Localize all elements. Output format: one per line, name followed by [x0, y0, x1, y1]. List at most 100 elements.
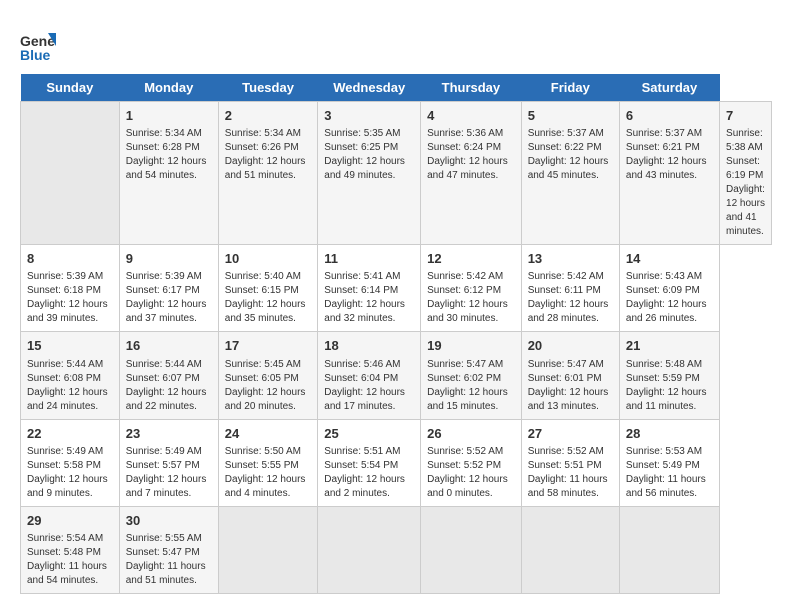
calendar-cell: 23 Sunrise: 5:49 AMSunset: 5:57 PMDayligh…: [119, 419, 218, 506]
day-number: 13: [528, 250, 613, 268]
week-row-0: 1 Sunrise: 5:34 AMSunset: 6:28 PMDaylight…: [21, 102, 772, 245]
calendar-cell: 26 Sunrise: 5:52 AMSunset: 5:52 PMDayligh…: [421, 419, 522, 506]
day-info: Sunrise: 5:37 AMSunset: 6:21 PMDaylight:…: [626, 127, 713, 183]
day-info: Sunrise: 5:35 AMSunset: 6:25 PMDaylight:…: [324, 127, 414, 183]
calendar-cell: 16 Sunrise: 5:44 AMSunset: 6:07 PMDayligh…: [119, 332, 218, 419]
calendar-cell: 28 Sunrise: 5:53 AMSunset: 5:49 PMDayligh…: [619, 419, 719, 506]
day-number: 4: [427, 107, 515, 125]
weekday-header-wednesday: Wednesday: [318, 74, 421, 102]
calendar-cell: 22 Sunrise: 5:49 AMSunset: 5:58 PMDayligh…: [21, 419, 120, 506]
day-info: Sunrise: 5:46 AMSunset: 6:04 PMDaylight:…: [324, 358, 414, 414]
day-info: Sunrise: 5:39 AMSunset: 6:18 PMDaylight:…: [27, 270, 113, 326]
day-info: Sunrise: 5:50 AMSunset: 5:55 PMDaylight:…: [225, 445, 312, 501]
day-info: Sunrise: 5:34 AMSunset: 6:26 PMDaylight:…: [225, 127, 312, 183]
calendar-cell: 25 Sunrise: 5:51 AMSunset: 5:54 PMDayligh…: [318, 419, 421, 506]
day-number: 28: [626, 425, 713, 443]
day-info: Sunrise: 5:45 AMSunset: 6:05 PMDaylight:…: [225, 358, 312, 414]
day-info: Sunrise: 5:39 AMSunset: 6:17 PMDaylight:…: [126, 270, 212, 326]
day-number: 5: [528, 107, 613, 125]
weekday-header-thursday: Thursday: [421, 74, 522, 102]
calendar-cell: 29Sunrise: 5:54 AMSunset: 5:48 PMDayligh…: [21, 506, 120, 593]
calendar-cell: [421, 506, 522, 593]
day-info: Sunrise: 5:44 AMSunset: 6:07 PMDaylight:…: [126, 358, 212, 414]
day-number: 18: [324, 337, 414, 355]
day-info: Sunrise: 5:44 AMSunset: 6:08 PMDaylight:…: [27, 358, 113, 414]
day-info: Sunrise: 5:34 AMSunset: 6:28 PMDaylight:…: [126, 127, 212, 183]
week-row-2: 15 Sunrise: 5:44 AMSunset: 6:08 PMDayligh…: [21, 332, 772, 419]
calendar-cell: 27Sunrise: 5:52 AMSunset: 5:51 PMDayligh…: [521, 419, 619, 506]
calendar-cell: [21, 102, 120, 245]
calendar-cell: 9 Sunrise: 5:39 AMSunset: 6:17 PMDaylight…: [119, 245, 218, 332]
calendar-cell: 3Sunrise: 5:35 AMSunset: 6:25 PMDaylight…: [318, 102, 421, 245]
day-info: Sunrise: 5:49 AMSunset: 5:57 PMDaylight:…: [126, 445, 212, 501]
calendar-cell: 20 Sunrise: 5:47 AMSunset: 6:01 PMDayligh…: [521, 332, 619, 419]
day-number: 14: [626, 250, 713, 268]
weekday-header-saturday: Saturday: [619, 74, 719, 102]
day-number: 24: [225, 425, 312, 443]
day-number: 22: [27, 425, 113, 443]
day-number: 8: [27, 250, 113, 268]
calendar-cell: 14 Sunrise: 5:43 AMSunset: 6:09 PMDayligh…: [619, 245, 719, 332]
day-info: Sunrise: 5:37 AMSunset: 6:22 PMDaylight:…: [528, 127, 613, 183]
day-info: Sunrise: 5:36 AMSunset: 6:24 PMDaylight:…: [427, 127, 515, 183]
day-number: 27: [528, 425, 613, 443]
calendar-cell: 2 Sunrise: 5:34 AMSunset: 6:26 PMDaylight…: [218, 102, 318, 245]
day-number: 25: [324, 425, 414, 443]
calendar-cell: 1 Sunrise: 5:34 AMSunset: 6:28 PMDaylight…: [119, 102, 218, 245]
header-row: SundayMondayTuesdayWednesdayThursdayFrid…: [21, 74, 772, 102]
day-number: 23: [126, 425, 212, 443]
day-number: 11: [324, 250, 414, 268]
weekday-header-sunday: Sunday: [21, 74, 120, 102]
day-info: Sunrise: 5:49 AMSunset: 5:58 PMDaylight:…: [27, 445, 113, 501]
weekday-header-tuesday: Tuesday: [218, 74, 318, 102]
day-info: Sunrise: 5:47 AMSunset: 6:01 PMDaylight:…: [528, 358, 613, 414]
day-number: 9: [126, 250, 212, 268]
day-number: 20: [528, 337, 613, 355]
day-number: 16: [126, 337, 212, 355]
day-number: 10: [225, 250, 312, 268]
day-info: Sunrise: 5:55 AMSunset: 5:47 PMDaylight:…: [126, 532, 212, 588]
day-number: 6: [626, 107, 713, 125]
calendar-cell: 13Sunrise: 5:42 AMSunset: 6:11 PMDayligh…: [521, 245, 619, 332]
calendar-cell: 30Sunrise: 5:55 AMSunset: 5:47 PMDayligh…: [119, 506, 218, 593]
header: General Blue: [20, 20, 772, 64]
day-number: 19: [427, 337, 515, 355]
day-number: 15: [27, 337, 113, 355]
calendar-cell: [318, 506, 421, 593]
day-info: Sunrise: 5:41 AMSunset: 6:14 PMDaylight:…: [324, 270, 414, 326]
day-info: Sunrise: 5:38 AMSunset: 6:19 PMDaylight:…: [726, 127, 765, 239]
day-number: 12: [427, 250, 515, 268]
day-info: Sunrise: 5:51 AMSunset: 5:54 PMDaylight:…: [324, 445, 414, 501]
day-number: 2: [225, 107, 312, 125]
calendar-cell: 12 Sunrise: 5:42 AMSunset: 6:12 PMDayligh…: [421, 245, 522, 332]
day-number: 7: [726, 107, 765, 125]
day-number: 17: [225, 337, 312, 355]
calendar-cell: 24 Sunrise: 5:50 AMSunset: 5:55 PMDayligh…: [218, 419, 318, 506]
svg-text:Blue: Blue: [20, 47, 51, 63]
calendar-cell: 17 Sunrise: 5:45 AMSunset: 6:05 PMDayligh…: [218, 332, 318, 419]
calendar-cell: [218, 506, 318, 593]
calendar-cell: 19 Sunrise: 5:47 AMSunset: 6:02 PMDayligh…: [421, 332, 522, 419]
logo-icon: General Blue: [20, 28, 56, 64]
day-number: 21: [626, 337, 713, 355]
day-info: Sunrise: 5:43 AMSunset: 6:09 PMDaylight:…: [626, 270, 713, 326]
calendar-cell: 15 Sunrise: 5:44 AMSunset: 6:08 PMDayligh…: [21, 332, 120, 419]
logo: General Blue: [20, 28, 60, 64]
week-row-1: 8 Sunrise: 5:39 AMSunset: 6:18 PMDaylight…: [21, 245, 772, 332]
day-info: Sunrise: 5:52 AMSunset: 5:52 PMDaylight:…: [427, 445, 515, 501]
week-row-4: 29Sunrise: 5:54 AMSunset: 5:48 PMDayligh…: [21, 506, 772, 593]
calendar-cell: 5 Sunrise: 5:37 AMSunset: 6:22 PMDaylight…: [521, 102, 619, 245]
day-number: 29: [27, 512, 113, 530]
calendar-cell: [521, 506, 619, 593]
weekday-header-monday: Monday: [119, 74, 218, 102]
day-number: 26: [427, 425, 515, 443]
day-info: Sunrise: 5:47 AMSunset: 6:02 PMDaylight:…: [427, 358, 515, 414]
day-number: 1: [126, 107, 212, 125]
day-info: Sunrise: 5:53 AMSunset: 5:49 PMDaylight:…: [626, 445, 713, 501]
week-row-3: 22 Sunrise: 5:49 AMSunset: 5:58 PMDayligh…: [21, 419, 772, 506]
day-info: Sunrise: 5:42 AMSunset: 6:12 PMDaylight:…: [427, 270, 515, 326]
calendar-cell: 10Sunrise: 5:40 AMSunset: 6:15 PMDayligh…: [218, 245, 318, 332]
calendar-cell: 8 Sunrise: 5:39 AMSunset: 6:18 PMDaylight…: [21, 245, 120, 332]
calendar-cell: 21Sunrise: 5:48 AMSunset: 5:59 PMDayligh…: [619, 332, 719, 419]
calendar-cell: [619, 506, 719, 593]
